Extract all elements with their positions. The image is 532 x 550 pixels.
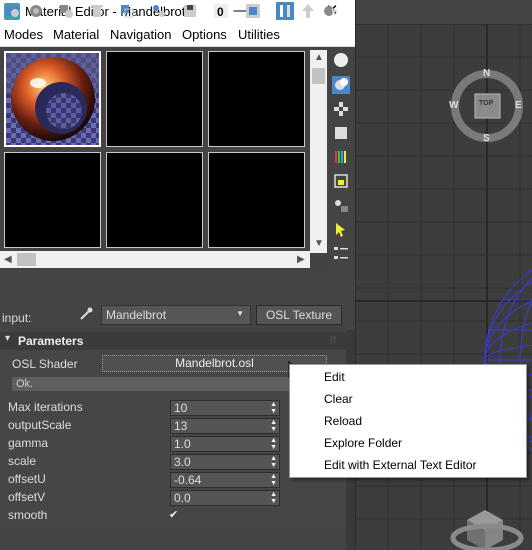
offset-u-value: -0.64 bbox=[174, 473, 202, 487]
scroll-right-arrow-icon[interactable]: ▶ bbox=[297, 254, 305, 265]
sample-slot-3[interactable] bbox=[208, 51, 305, 147]
svg-text:0: 0 bbox=[217, 5, 224, 19]
parameters-title: Parameters bbox=[18, 334, 84, 348]
sample-slot-1[interactable] bbox=[4, 51, 101, 147]
param-label-offset-v: offsetV bbox=[8, 490, 46, 504]
make-unique-icon[interactable] bbox=[150, 2, 168, 20]
material-map-navigator-icon[interactable] bbox=[332, 244, 350, 262]
param-label-scale: scale bbox=[8, 454, 37, 468]
menu-modes[interactable]: Modes bbox=[4, 27, 43, 42]
scroll-up-arrow-icon[interactable]: ▲ bbox=[314, 52, 324, 63]
max-iterations-spinner[interactable]: 10 ▲ ▼ bbox=[170, 400, 280, 416]
go-to-parent-icon[interactable] bbox=[299, 2, 317, 20]
menu-navigation[interactable]: Navigation bbox=[110, 27, 171, 42]
param-label-smooth: smooth bbox=[8, 508, 48, 522]
gamma-value: 1.0 bbox=[174, 437, 191, 451]
gamma-spinner[interactable]: 1.0 ▲ ▼ bbox=[170, 436, 280, 452]
menu-item-explore-folder[interactable]: Explore Folder bbox=[324, 436, 402, 450]
scroll-left-arrow-icon[interactable]: ◀ bbox=[4, 254, 12, 265]
menu-material[interactable]: Material bbox=[53, 27, 99, 42]
menu-bar: Modes Material Navigation Options Utilit… bbox=[0, 24, 355, 47]
param-label-gamma: gamma bbox=[8, 436, 49, 450]
material-name-dropdown[interactable]: Mandelbrot ▼ bbox=[101, 305, 251, 325]
menu-utilities[interactable]: Utilities bbox=[238, 27, 280, 42]
get-material-icon[interactable] bbox=[4, 2, 22, 20]
sample-slot-5[interactable] bbox=[106, 152, 203, 248]
go-forward-to-sibling-icon[interactable] bbox=[322, 2, 340, 20]
menu-item-reload[interactable]: Reload bbox=[324, 414, 362, 428]
show-shaded-material-icon[interactable] bbox=[244, 2, 262, 20]
make-preview-icon[interactable] bbox=[332, 172, 350, 190]
sample-options-icon[interactable] bbox=[332, 196, 350, 214]
input-label: input: bbox=[2, 311, 32, 325]
show-end-result-icon[interactable] bbox=[276, 2, 294, 20]
osl-shader-label: OSL Shader bbox=[12, 357, 78, 371]
spinner-arrows-icon[interactable]: ▲ ▼ bbox=[270, 419, 277, 433]
sample-slot-4[interactable] bbox=[4, 152, 101, 248]
offset-u-spinner[interactable]: -0.64 ▲ ▼ bbox=[170, 472, 280, 488]
smooth-checkbox[interactable]: ✔ bbox=[169, 509, 181, 521]
rollout-grip-icon[interactable]: ⁞⁞ bbox=[330, 335, 337, 345]
menu-item-edit[interactable]: Edit bbox=[324, 370, 345, 384]
menu-options[interactable]: Options bbox=[182, 27, 227, 42]
param-label-output-scale: outputScale bbox=[8, 418, 72, 432]
spinner-arrows-icon[interactable]: ▲ ▼ bbox=[270, 473, 277, 487]
sample-type-sphere-icon[interactable] bbox=[332, 51, 350, 69]
select-by-material-icon[interactable] bbox=[332, 220, 350, 238]
param-label-max-iterations: Max iterations bbox=[8, 400, 83, 414]
collapse-icon[interactable]: ▾ bbox=[5, 333, 10, 344]
spinner-arrows-icon[interactable]: ▲ ▼ bbox=[270, 401, 277, 415]
param-label-offset-u: offsetU bbox=[8, 472, 46, 486]
assign-material-icon[interactable] bbox=[57, 2, 75, 20]
background-checker-icon[interactable] bbox=[332, 100, 350, 118]
output-scale-value: 13 bbox=[174, 419, 188, 433]
material-name: Mandelbrot bbox=[106, 308, 167, 322]
dropdown-arrow-icon: ▼ bbox=[236, 309, 244, 318]
menu-item-clear[interactable]: Clear bbox=[324, 392, 353, 406]
horizontal-scroll-thumb[interactable] bbox=[17, 253, 36, 266]
offset-v-spinner[interactable]: 0.0 ▲ ▼ bbox=[170, 490, 280, 506]
shader-context-menu: Edit Clear Reload Explore Folder Edit wi… bbox=[289, 364, 527, 478]
material-id-channel-icon[interactable]: 0 bbox=[212, 2, 230, 20]
video-color-check-icon[interactable] bbox=[332, 148, 350, 166]
sample-slot-2[interactable] bbox=[106, 51, 203, 147]
scale-value: 3.0 bbox=[174, 455, 191, 469]
sample-slot-6[interactable] bbox=[208, 152, 305, 248]
spinner-arrows-icon[interactable]: ▲ ▼ bbox=[270, 437, 277, 451]
eyedropper-icon[interactable] bbox=[78, 306, 94, 322]
output-scale-spinner[interactable]: 13 ▲ ▼ bbox=[170, 418, 280, 434]
mandelbrot-sphere-preview bbox=[6, 53, 99, 145]
spinner-arrows-icon[interactable]: ▲ ▼ bbox=[270, 491, 277, 505]
scroll-down-arrow-icon[interactable]: ▼ bbox=[314, 238, 324, 249]
vertical-scroll-thumb[interactable] bbox=[312, 68, 325, 84]
backlight-icon[interactable] bbox=[332, 76, 350, 94]
put-material-to-scene-icon[interactable] bbox=[27, 2, 45, 20]
osl-texture-button[interactable]: OSL Texture bbox=[256, 305, 342, 325]
slots-horizontal-scrollbar[interactable] bbox=[0, 251, 310, 268]
spinner-arrows-icon[interactable]: ▲ ▼ bbox=[270, 455, 277, 469]
offset-v-value: 0.0 bbox=[174, 491, 191, 505]
scale-spinner[interactable]: 3.0 ▲ ▼ bbox=[170, 454, 280, 470]
make-material-copy-icon[interactable] bbox=[118, 2, 136, 20]
menu-item-edit-external[interactable]: Edit with External Text Editor bbox=[324, 458, 477, 472]
reset-map-trash-icon[interactable] bbox=[88, 2, 106, 20]
max-iterations-value: 10 bbox=[174, 401, 188, 415]
uv-tiling-icon[interactable] bbox=[332, 124, 350, 142]
put-to-library-icon[interactable] bbox=[181, 2, 199, 20]
